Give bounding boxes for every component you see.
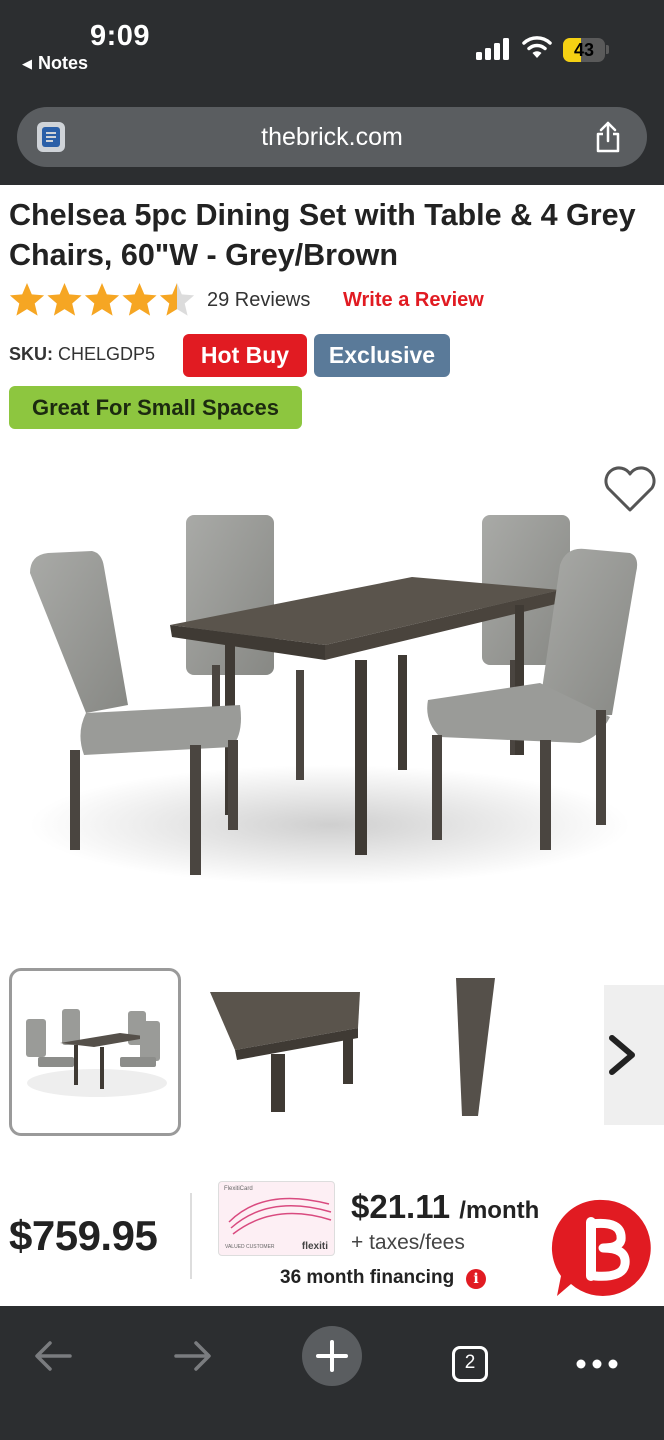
- monthly-amount: $21.11: [351, 1188, 451, 1225]
- thumbnail-1[interactable]: [9, 968, 181, 1136]
- star-icon: [84, 283, 120, 316]
- small-spaces-badge: Great For Small Spaces: [9, 386, 302, 429]
- rating-stars[interactable]: [9, 282, 199, 318]
- info-icon[interactable]: i: [466, 1269, 486, 1289]
- share-icon[interactable]: [593, 120, 623, 154]
- address-bar[interactable]: thebrick.com: [17, 107, 647, 167]
- chevron-right-icon[interactable]: [604, 1030, 640, 1080]
- taxes-note: + taxes/fees: [351, 1231, 465, 1254]
- card-holder: VALUED CUSTOMER: [225, 1244, 275, 1250]
- reviews-count-link[interactable]: 29 Reviews: [207, 289, 310, 312]
- tabs-icon[interactable]: 2: [448, 1326, 492, 1386]
- browser-toolbar: 2: [0, 1306, 664, 1440]
- tabs-count: 2: [464, 1352, 476, 1373]
- arrow-left-icon[interactable]: [28, 1326, 78, 1386]
- flexiti-card-image[interactable]: FlexitiCard VALUED CUSTOMER flexiti: [218, 1181, 335, 1256]
- star-icon: [9, 283, 45, 316]
- write-review-link[interactable]: Write a Review: [343, 289, 484, 312]
- price-divider: [190, 1193, 192, 1279]
- monthly-payment: $21.11 /month: [351, 1188, 539, 1226]
- cellular-signal-icon: [476, 38, 510, 60]
- star-icon: [159, 283, 195, 316]
- status-bar: 9:09 ◀ Notes 43: [0, 0, 664, 100]
- sku-value: CHELGDP5: [58, 344, 156, 364]
- battery-tip: [606, 45, 609, 54]
- chat-brick-logo-icon[interactable]: [551, 1196, 655, 1300]
- thumbnail-2[interactable]: [205, 968, 365, 1136]
- more-icon[interactable]: [574, 1326, 620, 1386]
- back-app-label: Notes: [38, 53, 89, 73]
- back-triangle-icon: ◀: [22, 56, 32, 71]
- url-text[interactable]: thebrick.com: [17, 123, 647, 152]
- product-image[interactable]: [0, 455, 664, 955]
- product-title: Chelsea 5pc Dining Set with Table & 4 Gr…: [9, 198, 636, 272]
- plus-icon[interactable]: [302, 1326, 362, 1386]
- card-brand: flexiti: [301, 1241, 328, 1252]
- product-price: $759.95: [9, 1212, 158, 1259]
- sku-text: SKU: CHELGDP5: [9, 344, 155, 365]
- star-icon: [47, 283, 82, 316]
- sku-label: SKU:: [9, 344, 53, 364]
- wifi-icon: [522, 36, 552, 58]
- star-icon: [122, 283, 157, 316]
- arrow-right-icon[interactable]: [168, 1326, 218, 1386]
- back-to-app-link[interactable]: ◀ Notes: [22, 53, 88, 74]
- thumbnail-3[interactable]: [440, 968, 510, 1136]
- financing-link[interactable]: 36 month financing: [280, 1267, 454, 1289]
- clock: 9:09: [90, 20, 151, 52]
- browser-header: thebrick.com: [0, 100, 664, 185]
- per-month-label: /month: [459, 1197, 540, 1224]
- battery-percentage: 43: [573, 40, 595, 60]
- exclusive-badge: Exclusive: [314, 334, 450, 377]
- battery-icon: 43: [563, 38, 605, 62]
- hot-buy-badge: Hot Buy: [183, 334, 307, 377]
- heart-icon[interactable]: [600, 462, 660, 516]
